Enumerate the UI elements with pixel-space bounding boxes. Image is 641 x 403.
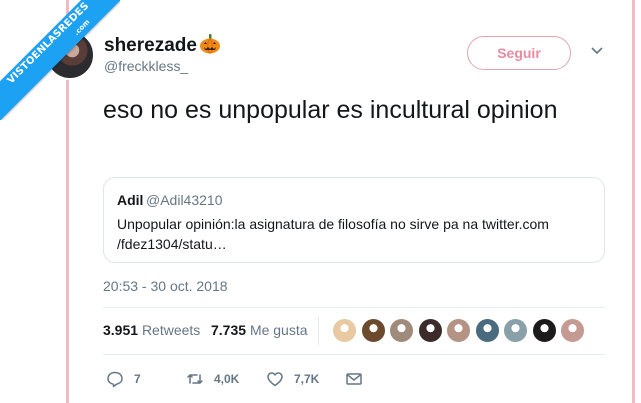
quoted-tweet-name: Adil [117, 192, 144, 208]
retweets-count: 3.951 [103, 322, 139, 338]
tweet-text: eso no es unpopular es incultural opinio… [103, 96, 558, 124]
quoted-tweet-card[interactable]: Adil @Adil43210 Unpopular opinión:la asi… [103, 177, 605, 263]
direct-message-action[interactable] [345, 370, 373, 388]
chevron-down-icon[interactable] [590, 46, 604, 56]
pumpkin-emoji-icon [199, 34, 220, 54]
heart-icon [267, 372, 283, 387]
watermark-ribbon: VISTOENLASREDES .com [0, 0, 120, 120]
likes-count: 7.735 [211, 322, 247, 338]
stats-top-divider [103, 307, 605, 308]
liker-avatar[interactable] [389, 318, 414, 343]
liker-avatar[interactable] [446, 318, 471, 343]
likes-stat[interactable]: 7.735 Me gusta [211, 322, 308, 338]
follow-button[interactable]: Seguir [467, 36, 571, 70]
like-count: 7,7K [294, 372, 320, 386]
retweet-icon [187, 374, 203, 384]
watermark-banner: VISTOENLASREDES .com [0, 0, 120, 120]
liker-avatar[interactable] [360, 318, 386, 343]
stats-vertical-divider [318, 316, 319, 346]
quoted-tweet-handle: @Adil43210 [146, 192, 223, 208]
reply-count: 7 [134, 372, 141, 386]
liker-avatar[interactable] [332, 318, 357, 343]
like-action[interactable]: 7,7K [266, 370, 319, 388]
retweets-label: Retweets [141, 322, 201, 338]
liker-avatar[interactable] [560, 318, 585, 343]
retweets-stat[interactable]: 3.951 Retweets [103, 322, 200, 338]
reply-action[interactable]: 7 [106, 370, 141, 388]
retweet-count: 4,0K [214, 372, 240, 386]
watermark-text: VISTOENLASREDES [5, 0, 92, 87]
stats-bottom-divider [103, 354, 605, 355]
liker-avatar[interactable] [531, 318, 557, 343]
envelope-icon [346, 373, 362, 385]
frame-right-border [632, 0, 635, 403]
liker-avatar[interactable] [417, 318, 443, 343]
tweet-timestamp[interactable]: 20:53 - 30 oct. 2018 [103, 278, 228, 294]
liker-avatar[interactable] [474, 318, 500, 343]
reply-icon [107, 371, 123, 388]
retweet-action[interactable]: 4,0K [186, 370, 239, 388]
author-display-name[interactable]: sherezade [104, 34, 221, 57]
tweet-frame: VISTOENLASREDES .com sherezade @freckkle… [0, 0, 641, 403]
quoted-tweet-text: Unpopular opinión:la asignatura de filos… [117, 216, 549, 252]
liker-avatar[interactable] [503, 318, 528, 343]
likes-label: Me gusta [249, 322, 308, 338]
